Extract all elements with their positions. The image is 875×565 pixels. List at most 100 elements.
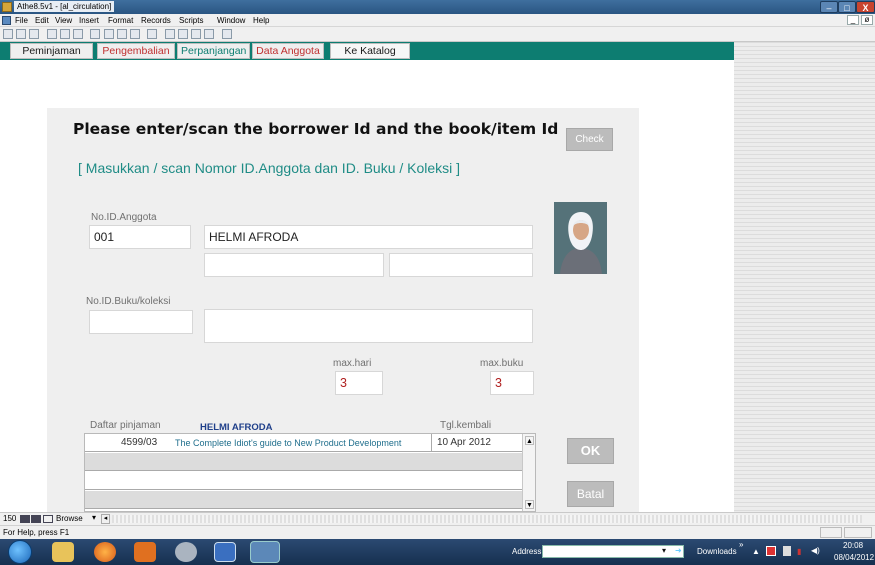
menu-window[interactable]: Window	[217, 15, 245, 26]
zoom-level[interactable]: 150	[3, 514, 16, 523]
delete-record-icon[interactable]	[130, 29, 140, 39]
loan-title: The Complete Idiot's guide to New Produc…	[175, 438, 402, 448]
maximize-button[interactable]: □	[838, 1, 856, 13]
paste-icon[interactable]	[73, 29, 83, 39]
sort-icon[interactable]	[147, 29, 157, 39]
zoom-in-icon[interactable]	[31, 515, 41, 523]
list-item[interactable]	[85, 472, 522, 490]
go-icon[interactable]: ➜	[675, 546, 682, 555]
new-record-icon[interactable]	[104, 29, 114, 39]
scroll-down-icon[interactable]: ▼	[525, 500, 534, 509]
doc-icon	[2, 16, 11, 25]
batal-button[interactable]: Batal	[567, 481, 614, 507]
mode-strip: 150 Browse ▾ ◂	[0, 512, 875, 525]
clock-time[interactable]: 20:08	[843, 541, 863, 550]
column-divider	[431, 434, 432, 452]
tab-data-anggota[interactable]: Data Anggota	[252, 43, 324, 59]
mode-selector[interactable]: Browse	[56, 514, 83, 523]
list-item[interactable]: 4599/03 The Complete Idiot's guide to Ne…	[85, 434, 522, 452]
loan-list-borrower: HELMI AFRODA	[200, 422, 273, 433]
status-area-icon[interactable]	[43, 515, 53, 523]
loan-due-date: 10 Apr 2012	[437, 437, 491, 448]
loan-list: 4599/03 The Complete Idiot's guide to Ne…	[84, 433, 536, 512]
help-icon[interactable]	[222, 29, 232, 39]
menu-help[interactable]: Help	[253, 15, 269, 26]
spellcheck-icon[interactable]	[29, 29, 39, 39]
member-name-field[interactable]: HELMI AFRODA	[204, 225, 533, 249]
right-gray-area	[734, 42, 875, 512]
downloads-label[interactable]: Downloads	[697, 547, 737, 556]
copy-icon[interactable]	[60, 29, 70, 39]
ok-button[interactable]: OK	[567, 438, 614, 464]
flag-icon[interactable]	[766, 546, 776, 556]
word-icon[interactable]	[214, 542, 236, 562]
max-hari-field[interactable]: 3	[335, 371, 383, 395]
menu-view[interactable]: View	[55, 15, 72, 26]
tab-ke-katalog[interactable]: Ke Katalog	[330, 43, 410, 59]
loan-id: 4599/03	[121, 437, 158, 448]
filemaker-task-icon[interactable]	[250, 541, 280, 563]
return-date-label: Tgl.kembali	[440, 420, 492, 431]
scroll-up-icon[interactable]: ▲	[525, 436, 534, 445]
book-title-field[interactable]	[204, 309, 533, 343]
doc-minimize-button[interactable]: _	[847, 15, 859, 25]
taskbar	[0, 539, 875, 565]
doc-restore-button[interactable]: ø	[861, 15, 873, 25]
clock-date[interactable]: 08/04/2012	[834, 553, 874, 562]
menu-format[interactable]: Format	[108, 15, 133, 26]
member-photo-image	[554, 202, 607, 274]
member-id-field[interactable]: 001	[89, 225, 191, 249]
max-buku-label: max.buku	[480, 358, 524, 369]
check-button[interactable]: Check	[566, 128, 613, 151]
close-button[interactable]: X	[856, 1, 875, 13]
app-icon	[2, 2, 12, 12]
member-id-label: No.ID.Anggota	[91, 212, 157, 223]
undo-icon[interactable]	[90, 29, 100, 39]
status-bar: For Help, press F1	[0, 525, 875, 539]
device-icon[interactable]	[783, 546, 791, 556]
more-chevron-icon[interactable]: »	[739, 540, 743, 549]
page-title: Please enter/scan the borrower Id and th…	[73, 120, 559, 138]
minimize-button[interactable]: –	[820, 1, 838, 13]
member-photo	[554, 202, 607, 274]
window-titlebar: Athe8.5v1 - [al_circulation] – □ X	[0, 0, 875, 14]
scroll-left-icon[interactable]: ◂	[101, 514, 110, 524]
member-info-field-2[interactable]	[389, 253, 533, 277]
menu-scripts[interactable]: Scripts	[179, 15, 203, 26]
help-status-text: For Help, press F1	[3, 528, 70, 537]
tab-peminjaman[interactable]: Peminjaman	[10, 43, 93, 59]
show-all-icon[interactable]	[178, 29, 188, 39]
new-icon[interactable]	[3, 29, 13, 39]
network-icon[interactable]: ▮	[797, 547, 801, 556]
app-icon-4[interactable]	[175, 542, 197, 562]
duplicate-record-icon[interactable]	[117, 29, 127, 39]
mode-dropdown-icon[interactable]: ▾	[92, 513, 96, 522]
tab-perpanjangan[interactable]: Perpanjangan	[177, 43, 250, 59]
tab-pengembalian[interactable]: Pengembalian	[97, 43, 175, 59]
find-icon[interactable]	[165, 29, 175, 39]
tray-expand-icon[interactable]: ▲	[752, 547, 760, 556]
menu-insert[interactable]: Insert	[79, 15, 99, 26]
menu-edit[interactable]: Edit	[35, 15, 49, 26]
print-icon[interactable]	[16, 29, 26, 39]
find-omitted-icon[interactable]	[204, 29, 214, 39]
list-item[interactable]	[85, 453, 522, 471]
horizontal-scrollbar[interactable]	[112, 515, 862, 523]
address-dropdown-icon[interactable]: ▾	[662, 546, 666, 555]
book-id-field[interactable]	[89, 310, 193, 334]
volume-icon[interactable]: ◀)	[811, 546, 820, 555]
menu-file[interactable]: File	[15, 15, 28, 26]
firefox-icon[interactable]	[94, 542, 116, 562]
list-item[interactable]	[85, 491, 522, 509]
omit-icon[interactable]	[191, 29, 201, 39]
cut-icon[interactable]	[47, 29, 57, 39]
address-label: Address	[512, 547, 542, 556]
explorer-icon[interactable]	[52, 542, 74, 562]
media-player-icon[interactable]	[134, 542, 156, 562]
menu-records[interactable]: Records	[141, 15, 171, 26]
loan-list-scrollbar[interactable]: ▲ ▼	[522, 434, 535, 511]
zoom-out-icon[interactable]	[20, 515, 30, 523]
start-button[interactable]	[8, 540, 32, 564]
max-buku-field[interactable]: 3	[490, 371, 534, 395]
member-info-field-1[interactable]	[204, 253, 384, 277]
